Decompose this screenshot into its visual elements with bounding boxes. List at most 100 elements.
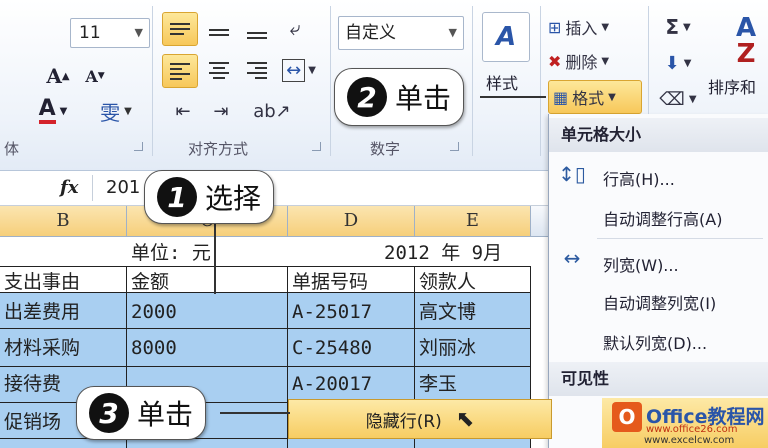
table-cell[interactable]: C-25480 — [288, 330, 414, 366]
mouse-cursor-icon: ⬉ — [455, 406, 475, 432]
align-right-icon — [247, 61, 267, 79]
chevron-down-icon: ▼ — [134, 26, 143, 39]
delete-button[interactable]: ✖ 删除 ▼ — [548, 46, 640, 76]
menu-section-visibility: 可见性 — [549, 362, 768, 396]
orientation-button[interactable]: ab↗ — [250, 96, 294, 126]
orientation-icon: ab↗ — [253, 100, 291, 122]
styles-button[interactable]: A — [482, 12, 530, 62]
table-cell[interactable]: 出差费用 — [0, 294, 126, 330]
decrease-indent-button[interactable]: ⇤ — [166, 96, 200, 126]
column-header-b[interactable]: B — [0, 206, 127, 236]
merge-center-button[interactable]: ↔ ▼ — [278, 54, 320, 86]
align-dialog-launcher[interactable] — [312, 142, 321, 151]
font-size-combo[interactable]: 11 ▼ — [70, 18, 150, 48]
callout-step-3: 3 单击 — [76, 386, 207, 440]
align-top-icon — [170, 23, 190, 35]
watermark-url: www.office26.com — [646, 424, 738, 435]
menu-section-cell-size: 单元格大小 — [549, 118, 768, 152]
callout-step-1: 1 选择 — [144, 170, 275, 224]
insert-cells-icon: ⊞ — [548, 17, 562, 37]
hide-row-menu-item[interactable]: 隐藏行(R) ⬉ — [288, 399, 552, 439]
callout-connector — [214, 224, 216, 294]
step-number: 1 — [157, 177, 197, 217]
step-text: 单击 — [137, 398, 194, 431]
table-cell[interactable]: 李玉 — [415, 366, 530, 402]
step-number: 3 — [89, 393, 129, 433]
chevron-down-icon: ▼ — [448, 26, 457, 39]
grow-font-button[interactable]: A ▲ — [40, 62, 76, 90]
sigma-icon: Σ — [665, 15, 679, 39]
column-header-e[interactable]: E — [415, 206, 531, 236]
delete-cells-icon: ✖ — [548, 51, 562, 71]
shrink-font-button[interactable]: A ▼ — [80, 62, 110, 90]
table-cell[interactable]: 2000 — [127, 294, 287, 330]
font-group-label: 体 — [4, 140, 20, 158]
table-cell[interactable]: 高文博 — [415, 294, 530, 330]
hide-row-label: 隐藏行(R) — [365, 411, 442, 432]
delete-label: 删除 — [565, 53, 598, 72]
step-number: 2 — [347, 77, 387, 117]
table-cell[interactable]: 促销场 — [0, 404, 80, 440]
format-label: 格式 — [572, 89, 605, 108]
menu-item-row-height[interactable]: 行高(H)... — [603, 166, 675, 190]
insert-button[interactable]: ⊞ 插入 ▼ — [548, 12, 640, 42]
watermark-logo: O Office教程网 www.office26.com www.excelcw… — [602, 398, 768, 448]
table-cell[interactable]: 刘丽冰 — [415, 330, 530, 366]
table-cell[interactable]: A-25017 — [288, 294, 414, 330]
column-header-d[interactable]: D — [288, 206, 415, 236]
row-height-icon: ↕▯ — [558, 162, 586, 186]
fill-button[interactable]: ⬇ ▼ — [656, 48, 700, 78]
menu-item-default-width[interactable]: 默认列宽(D)... — [603, 330, 707, 354]
number-group-label: 数字 — [370, 140, 401, 158]
align-bottom-button[interactable] — [240, 12, 274, 44]
step-text: 单击 — [395, 82, 452, 115]
increase-indent-icon: ⇥ — [213, 100, 229, 122]
date-cell[interactable]: 2012 年 9月 — [380, 238, 530, 266]
number-format-combo[interactable]: 自定义 ▼ — [338, 16, 464, 50]
callout-connector — [220, 412, 290, 414]
callout-connector — [480, 96, 546, 98]
autosum-button[interactable]: Σ ▼ — [656, 12, 700, 42]
table-cell[interactable]: 8000 — [127, 330, 287, 366]
format-button[interactable]: ▦ 格式 ▼ — [548, 80, 642, 114]
phonetic-guide-button[interactable]: 雯 ▼ — [90, 96, 142, 126]
decrease-indent-icon: ⇤ — [175, 100, 191, 122]
menu-item-autofit-row[interactable]: 自动调整行高(A) — [603, 206, 722, 230]
number-dialog-launcher[interactable] — [450, 142, 459, 151]
align-center-button[interactable] — [202, 54, 236, 86]
menu-item-autofit-column[interactable]: 自动调整列宽(I) — [603, 290, 716, 314]
align-group-label: 对齐方式 — [188, 140, 249, 158]
table-cell[interactable]: 材料采购 — [0, 330, 126, 366]
font-color-icon: A — [38, 98, 56, 124]
align-middle-button[interactable] — [202, 12, 236, 44]
increase-indent-button[interactable]: ⇥ — [204, 96, 238, 126]
step-text: 选择 — [205, 182, 262, 215]
callout-step-2: 2 单击 — [334, 68, 465, 126]
styles-label: 样式 — [486, 74, 519, 93]
align-center-icon — [209, 61, 229, 79]
phonetic-icon: 雯 — [100, 100, 121, 125]
formula-input[interactable]: 201 — [106, 177, 140, 198]
font-dialog-launcher[interactable] — [134, 142, 143, 151]
menu-item-column-width[interactable]: 列宽(W)... — [603, 252, 679, 276]
wrap-text-button[interactable]: ⤶ — [278, 12, 312, 44]
format-cells-icon: ▦ — [553, 87, 569, 107]
align-left-icon — [170, 62, 190, 80]
clear-button[interactable]: ⌫ ▼ — [656, 84, 700, 114]
number-format-value: 自定义 — [345, 23, 396, 43]
align-top-button[interactable] — [162, 12, 198, 46]
watermark-url2: www.excelcw.com — [644, 435, 735, 446]
eraser-icon: ⌫ — [659, 88, 685, 110]
unit-cell[interactable]: 单位: 元 — [127, 238, 287, 266]
sort-az-icon: AZ — [735, 13, 757, 69]
align-middle-icon — [209, 28, 229, 36]
column-width-icon: ↔ — [563, 246, 581, 270]
function-icon[interactable]: fx — [60, 177, 78, 198]
align-right-button[interactable] — [240, 54, 274, 86]
align-left-button[interactable] — [162, 54, 198, 88]
font-size-value: 11 — [79, 23, 101, 43]
font-color-button[interactable]: A ▼ — [28, 96, 78, 126]
sort-filter-button[interactable]: AZ — [724, 10, 768, 72]
office-logo-icon: O — [612, 402, 642, 432]
table-cell[interactable]: A-20017 — [288, 366, 414, 402]
